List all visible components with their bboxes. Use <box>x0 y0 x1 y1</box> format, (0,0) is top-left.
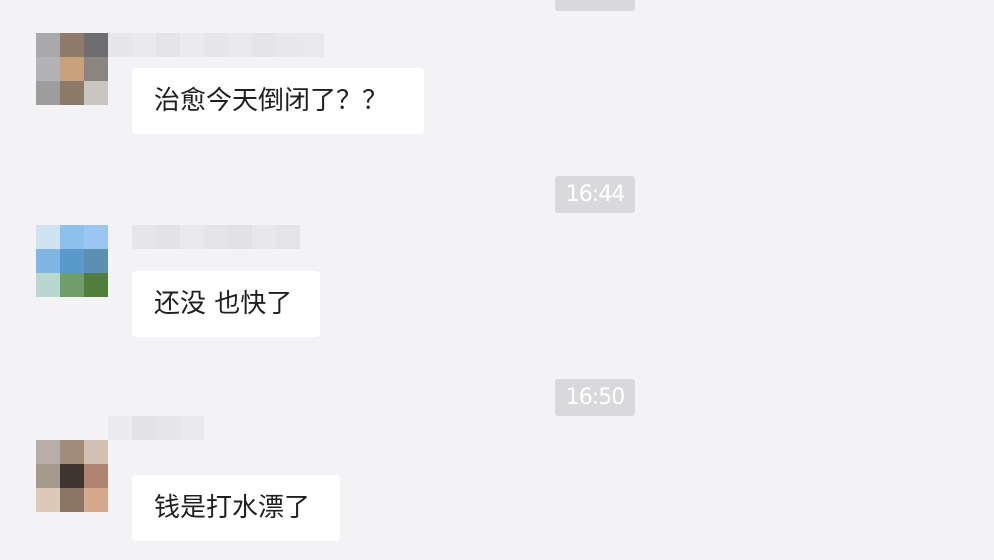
avatar-pixel <box>84 225 108 249</box>
avatar-pixel <box>36 273 60 297</box>
avatar-pixel <box>84 488 108 512</box>
timestamp: 16:50 <box>555 379 635 416</box>
avatar-pixel <box>36 225 60 249</box>
avatar-pixel <box>60 464 84 488</box>
avatar-pixel <box>84 33 108 57</box>
nickname-pixel <box>228 33 252 57</box>
nickname-pixel <box>228 225 252 249</box>
avatar-pixel <box>36 33 60 57</box>
timestamp: 16:44 <box>555 176 635 213</box>
nickname-pixel <box>252 33 276 57</box>
avatar-pixel <box>60 488 84 512</box>
message-bubble[interactable]: 还没 也快了 <box>132 271 320 337</box>
nickname-blurred <box>132 225 300 249</box>
message-bubble[interactable]: 钱是打水漂了 <box>132 475 340 541</box>
timestamp-top <box>555 0 635 11</box>
nickname-blurred <box>108 33 324 57</box>
avatar-pixel <box>36 57 60 81</box>
nickname-pixel <box>180 225 204 249</box>
avatar-pixel <box>84 273 108 297</box>
nickname-pixel <box>156 225 180 249</box>
nickname-pixel <box>300 33 324 57</box>
avatar-pixel <box>60 440 84 464</box>
avatar-pixel <box>84 81 108 105</box>
nickname-pixel <box>276 225 300 249</box>
avatar-pixel <box>36 81 60 105</box>
avatar-pixel <box>84 464 108 488</box>
avatar-pixel <box>36 249 60 273</box>
nickname-pixel <box>108 416 132 440</box>
nickname-pixel <box>108 33 132 57</box>
nickname-pixel <box>180 416 204 440</box>
nickname-pixel <box>204 225 228 249</box>
message-bubble[interactable]: 治愈今天倒闭了？？ <box>132 68 424 134</box>
avatar-pixel <box>36 440 60 464</box>
avatar[interactable] <box>36 33 108 105</box>
nickname-pixel <box>252 225 276 249</box>
avatar-pixel <box>60 249 84 273</box>
avatar[interactable] <box>36 440 108 512</box>
avatar-pixel <box>60 33 84 57</box>
avatar-pixel <box>84 57 108 81</box>
nickname-blurred <box>108 416 204 440</box>
nickname-pixel <box>156 416 180 440</box>
avatar-pixel <box>36 464 60 488</box>
avatar-pixel <box>60 81 84 105</box>
nickname-pixel <box>204 33 228 57</box>
nickname-pixel <box>276 33 300 57</box>
avatar-pixel <box>60 273 84 297</box>
avatar-pixel <box>36 488 60 512</box>
nickname-pixel <box>180 33 204 57</box>
avatar-pixel <box>84 249 108 273</box>
nickname-pixel <box>132 33 156 57</box>
nickname-pixel <box>156 33 180 57</box>
avatar-pixel <box>60 225 84 249</box>
avatar[interactable] <box>36 225 108 297</box>
nickname-pixel <box>132 225 156 249</box>
chat-window: 治愈今天倒闭了？？ 16:44 还没 也快了 16:50 钱是打水漂了 <box>0 0 994 560</box>
nickname-pixel <box>132 416 156 440</box>
avatar-pixel <box>84 440 108 464</box>
avatar-pixel <box>60 57 84 81</box>
